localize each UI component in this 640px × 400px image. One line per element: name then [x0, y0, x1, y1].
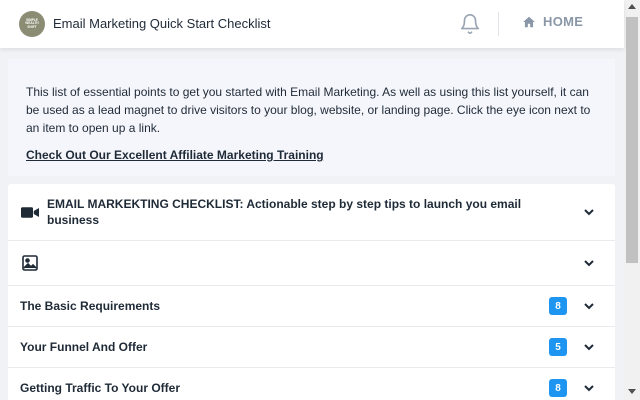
scrollbar-thumb[interactable] [626, 17, 638, 263]
chevron-down-icon[interactable] [583, 300, 595, 312]
list-item-label: The Basic Requirements [20, 299, 161, 313]
bell-icon[interactable] [459, 13, 481, 35]
list-item[interactable]: Getting Traffic To Your Offer 8 [8, 368, 615, 400]
affiliate-training-link[interactable]: Check Out Our Excellent Affiliate Market… [26, 148, 324, 162]
list-item-label: Your Funnel And Offer [20, 340, 148, 354]
checklist: EMAIL MARKEKTING CHECKLIST: Actionable s… [8, 184, 615, 400]
brand-logo[interactable]: SIMPLE WEALTH SHIFT [19, 11, 45, 37]
count-badge: 5 [549, 338, 567, 356]
chevron-down-icon[interactable] [583, 382, 595, 394]
intro-panel: This list of essential points to get you… [8, 59, 615, 176]
home-label: HOME [543, 14, 584, 29]
scroll-down-arrow-icon[interactable] [628, 389, 636, 394]
top-bar: SIMPLE WEALTH SHIFT Email Marketing Quic… [0, 0, 624, 48]
list-item-label: Getting Traffic To Your Offer [20, 381, 181, 395]
image-icon [22, 255, 38, 271]
list-item[interactable]: The Basic Requirements 8 [8, 286, 615, 327]
list-item-label: EMAIL MARKEKTING CHECKLIST: Actionable s… [47, 197, 522, 227]
list-item[interactable] [8, 241, 615, 286]
chevron-down-icon[interactable] [583, 341, 595, 353]
count-badge: 8 [549, 297, 567, 315]
house-icon [523, 16, 535, 27]
intro-text: This list of essential points to get you… [26, 85, 591, 135]
home-button[interactable]: HOME [522, 14, 583, 29]
list-item[interactable]: EMAIL MARKEKTING CHECKLIST: Actionable s… [8, 184, 615, 241]
video-camera-icon [21, 207, 39, 218]
header-divider [498, 12, 499, 36]
scrollbar[interactable] [624, 0, 640, 400]
scroll-up-arrow-icon[interactable] [628, 4, 636, 9]
list-item[interactable]: Your Funnel And Offer 5 [8, 327, 615, 368]
count-badge: 8 [549, 379, 567, 397]
page-title: Email Marketing Quick Start Checklist [53, 16, 271, 31]
chevron-down-icon[interactable] [583, 257, 595, 269]
chevron-down-icon[interactable] [583, 206, 595, 218]
